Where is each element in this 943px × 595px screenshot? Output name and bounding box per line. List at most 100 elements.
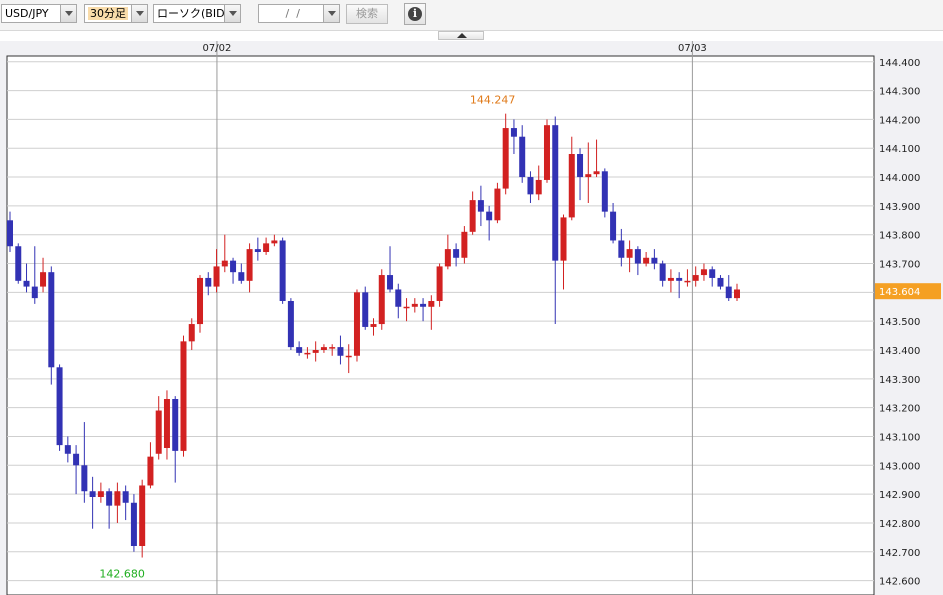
candle-body <box>411 303 418 307</box>
candle-body <box>287 301 294 348</box>
candle-body <box>568 154 575 218</box>
candle-body <box>345 355 352 358</box>
y-tick-label: 142.800 <box>879 519 920 530</box>
currency-pair-value: USD/JPY <box>5 7 49 20</box>
candle-body <box>461 231 468 258</box>
chevron-down-icon[interactable] <box>131 5 147 22</box>
candle-body <box>205 277 212 287</box>
y-tick-label: 143.700 <box>879 260 920 271</box>
y-tick-label: 143.900 <box>879 202 920 213</box>
candle-body <box>643 257 650 264</box>
y-tick-label: 144.400 <box>879 58 920 69</box>
candle-body <box>436 266 443 301</box>
high-price-label: 144.247 <box>470 94 516 107</box>
candle-body <box>444 249 451 267</box>
candlestick-chart: 144.400 144.300 144.200 144.100 144.000 143.9… <box>0 41 943 595</box>
y-tick-label: 144.200 <box>879 115 920 126</box>
candle-body <box>337 347 344 356</box>
candle-body <box>725 286 732 299</box>
candle-body <box>634 249 641 264</box>
interval-select[interactable]: 30分足 <box>84 4 148 23</box>
candle-body <box>510 128 517 137</box>
candle-body <box>122 491 129 503</box>
candle-body <box>618 240 625 258</box>
candle-body <box>543 125 550 180</box>
candle-body <box>304 352 311 355</box>
candle-body <box>147 456 154 486</box>
y-tick-label: 143.200 <box>879 404 920 415</box>
candle-body <box>73 453 80 466</box>
collapse-toolbar-button[interactable] <box>438 31 484 40</box>
candle-body <box>188 324 195 342</box>
y-tick-label: 143.300 <box>879 375 920 386</box>
candle-body <box>81 465 88 492</box>
candle-body <box>254 249 261 252</box>
candle-body <box>395 289 402 307</box>
candle-body <box>378 275 385 325</box>
x-tick-label: 07/02 <box>203 43 232 54</box>
candle-body <box>676 277 683 281</box>
candle-body <box>700 269 707 276</box>
currency-pair-select[interactable]: USD/JPY <box>1 4 77 23</box>
candle-body <box>519 136 526 178</box>
candle-body <box>155 410 162 454</box>
candle-body <box>353 292 360 356</box>
candle-body <box>97 491 104 497</box>
search-button[interactable]: 検索 <box>346 4 388 24</box>
candle-body <box>593 171 600 175</box>
x-tick-label: 07/03 <box>678 43 707 54</box>
chart-style-value: ローソク(BID) <box>157 7 229 20</box>
y-tick-label: 142.700 <box>879 548 920 559</box>
y-tick-label: 143.000 <box>879 461 920 472</box>
candle-body <box>246 249 253 281</box>
interval-value: 30分足 <box>88 7 128 20</box>
candle-body <box>139 485 146 546</box>
candle-body <box>312 350 319 353</box>
candle-body <box>15 246 22 281</box>
candle-body <box>667 277 674 281</box>
candle-body <box>717 277 724 287</box>
candle-body <box>213 266 220 287</box>
candle-body <box>296 347 303 353</box>
candle-body <box>48 272 55 368</box>
candle-body <box>477 200 484 212</box>
chevron-down-icon[interactable] <box>323 5 339 22</box>
candle-body <box>420 303 427 307</box>
candle-body <box>486 211 493 221</box>
candle-body <box>684 280 691 283</box>
candle-body <box>527 177 534 195</box>
candle-body <box>7 220 13 247</box>
candle-body <box>106 491 113 506</box>
candle-body <box>130 502 137 546</box>
candle-body <box>552 125 559 261</box>
candle-body <box>502 128 509 189</box>
candle-body <box>601 171 608 212</box>
y-tick-label: 143.500 <box>879 317 920 328</box>
price-chart: 144.400 144.300 144.200 144.100 144.000 143.9… <box>0 41 943 595</box>
date-input[interactable]: / / <box>258 4 340 23</box>
chevron-down-icon[interactable] <box>60 5 76 22</box>
chart-style-select[interactable]: ローソク(BID) <box>153 4 241 23</box>
chevron-down-icon[interactable] <box>224 5 240 22</box>
candle-body <box>172 399 179 451</box>
y-tick-label: 142.600 <box>879 577 920 588</box>
y-tick-label: 143.800 <box>879 231 920 242</box>
candle-body <box>362 292 369 327</box>
current-price-label: 143.604 <box>879 287 920 298</box>
candle-body <box>23 280 30 287</box>
candle-body <box>197 277 204 325</box>
low-price-label: 142.680 <box>99 568 145 581</box>
candle-body <box>469 200 476 232</box>
candle-body <box>40 272 47 287</box>
y-tick-label: 143.100 <box>879 432 920 443</box>
candle-body <box>453 249 460 258</box>
candle-body <box>403 306 410 309</box>
y-tick-label: 142.900 <box>879 490 920 501</box>
candle-body <box>56 367 63 446</box>
date-input-value: / / <box>282 7 300 20</box>
y-tick-label: 144.100 <box>879 144 920 155</box>
candle-body <box>577 154 584 178</box>
candle-body <box>271 240 278 244</box>
candle-body <box>221 260 228 267</box>
info-button[interactable]: i <box>404 3 426 25</box>
